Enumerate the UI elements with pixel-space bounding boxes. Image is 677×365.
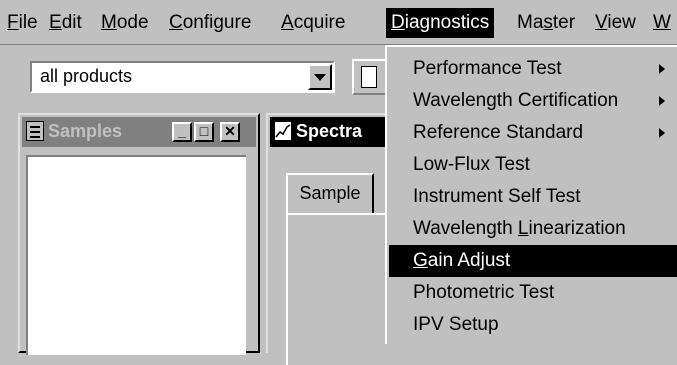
combobox-dropdown-button[interactable] [308, 64, 332, 90]
menu-configure[interactable]: Configure [164, 8, 256, 38]
menu-edit[interactable]: Edit [44, 8, 87, 38]
tab-sample[interactable]: Sample [286, 173, 374, 213]
menu-item-instrument-self-test[interactable]: Instrument Self Test [389, 181, 677, 213]
document-icon [361, 66, 377, 88]
menu-bar: File Edit Mode Configure Acquire Diagnos… [0, 0, 677, 45]
spectra-window-title: Spectra [296, 121, 363, 141]
menu-item-wavelength-certification[interactable]: Wavelength Certification [389, 85, 677, 117]
menu-item-performance-test[interactable]: Performance Test [389, 53, 677, 85]
samples-window-title: Samples [48, 121, 123, 141]
menu-acquire[interactable]: Acquire [276, 8, 350, 38]
samples-list[interactable] [26, 155, 246, 355]
menu-item-ipv-setup[interactable]: IPV Setup [389, 309, 677, 341]
submenu-arrow-icon [659, 64, 665, 74]
menu-item-photometric-test[interactable]: Photometric Test [389, 277, 677, 309]
menu-master[interactable]: Master [512, 8, 580, 38]
menu-item-low-flux-test[interactable]: Low-Flux Test [389, 149, 677, 181]
chevron-down-icon [314, 73, 326, 81]
samples-window-icon [26, 121, 44, 141]
menu-item-wavelength-linearization[interactable]: Wavelength Linearization [389, 213, 677, 245]
diagnostics-dropdown-menu: Performance Test Wavelength Certificatio… [385, 45, 677, 344]
close-button[interactable]: ✕ [220, 122, 240, 142]
new-document-button[interactable] [352, 59, 388, 95]
product-combobox-value: all products [40, 66, 133, 86]
submenu-arrow-icon [659, 96, 665, 106]
maximize-button[interactable]: □ [194, 122, 214, 142]
menu-item-reference-standard[interactable]: Reference Standard [389, 117, 677, 149]
samples-window: Samples _ □ ✕ [18, 113, 260, 355]
samples-window-titlebar[interactable]: Samples _ □ ✕ [22, 117, 256, 147]
product-combobox[interactable]: all products [30, 61, 335, 93]
menu-view[interactable]: View [590, 8, 641, 38]
menu-file[interactable]: File [2, 8, 43, 38]
menu-window[interactable]: W [648, 8, 676, 38]
menu-item-gain-adjust[interactable]: Gain Adjust [389, 245, 677, 277]
menu-mode[interactable]: Mode [96, 8, 154, 38]
minimize-button[interactable]: _ [172, 122, 192, 142]
spectrum-chart-icon [274, 121, 292, 141]
submenu-arrow-icon [659, 128, 665, 138]
menu-diagnostics[interactable]: Diagnostics [386, 8, 495, 38]
